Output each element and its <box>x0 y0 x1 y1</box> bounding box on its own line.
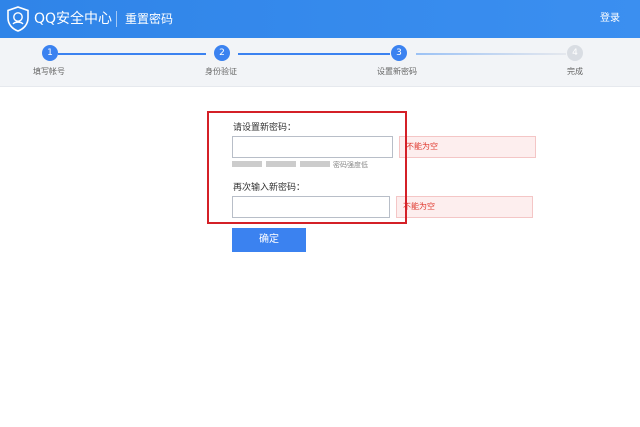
confirm-password-label: 再次输入新密码： <box>233 183 306 193</box>
step-4-label: 完成 <box>567 67 583 76</box>
confirm-password-input[interactable] <box>232 196 390 218</box>
confirm-button[interactable]: 确定 <box>232 228 306 252</box>
confirm-password-error: 不能为空 <box>396 196 533 218</box>
step-1-label: 填写帐号 <box>33 67 65 76</box>
step-1-circle: 1 <box>42 45 58 61</box>
brand-name: QQ安全中心 <box>34 11 113 27</box>
new-password-label: 请设置新密码： <box>233 123 297 133</box>
login-link[interactable]: 登录 <box>600 12 620 26</box>
header-divider <box>116 11 117 27</box>
new-password-error: 不能为空 <box>399 136 536 158</box>
password-strength-text: 密码强度低 <box>333 161 368 169</box>
step-connector-2 <box>238 53 390 55</box>
strength-bar-1 <box>232 161 262 167</box>
progress-steps: 1 2 3 4 填写帐号 身份验证 设置新密码 完成 <box>0 38 640 87</box>
step-connector-3 <box>416 53 566 55</box>
step-2-label: 身份验证 <box>205 67 237 76</box>
step-3-circle: 3 <box>391 45 407 61</box>
step-connector-1 <box>58 53 206 55</box>
strength-bar-2 <box>266 161 296 167</box>
shield-icon <box>7 6 29 32</box>
strength-bar-3 <box>300 161 330 167</box>
step-2-circle: 2 <box>214 45 230 61</box>
step-4-circle: 4 <box>567 45 583 61</box>
top-header: QQ安全中心 重置密码 登录 <box>0 0 640 38</box>
step-3-label: 设置新密码 <box>377 67 417 76</box>
page-title: 重置密码 <box>125 12 174 26</box>
new-password-input[interactable] <box>232 136 393 158</box>
